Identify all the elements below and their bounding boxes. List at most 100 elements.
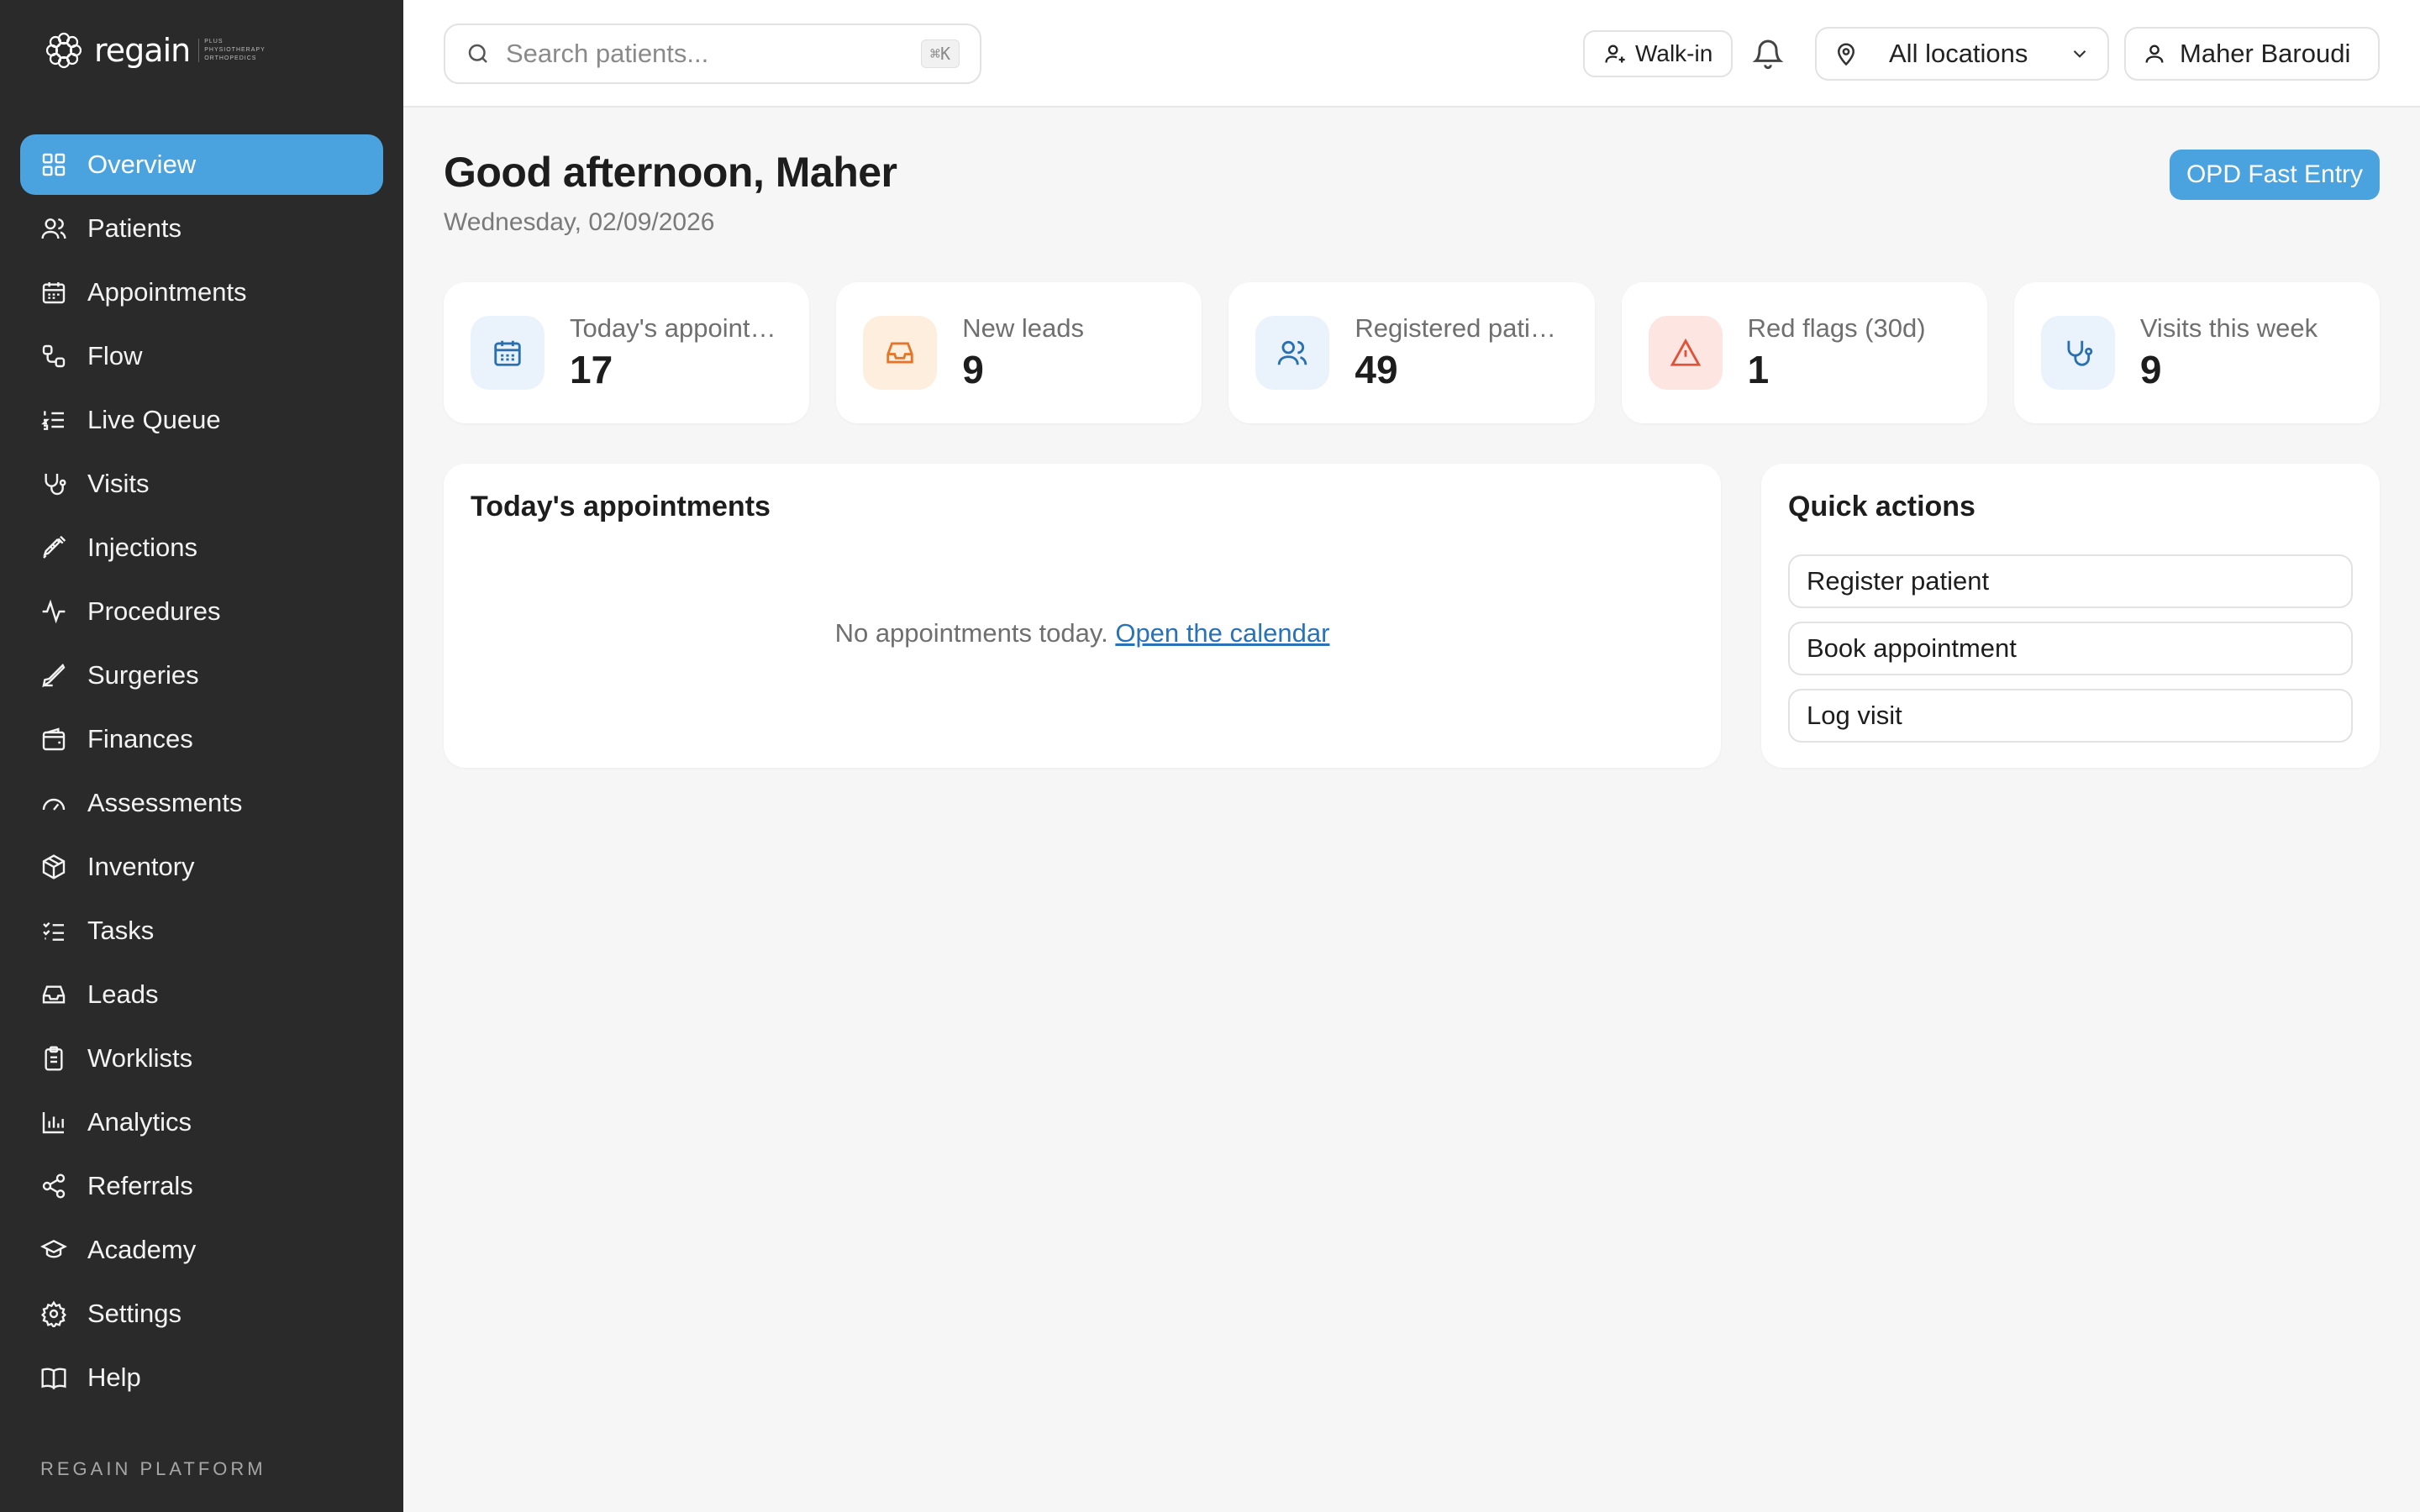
sidebar-item-label: Live Queue <box>87 405 221 434</box>
sidebar-item-assessments[interactable]: Assessments <box>20 773 383 833</box>
sidebar-item-finances[interactable]: Finances <box>20 709 383 769</box>
brand-logo[interactable]: regain PLUS PHYSIOTHERAPY ORTHOPEDICS <box>42 29 266 72</box>
sidebar: regain PLUS PHYSIOTHERAPY ORTHOPEDICS Ov… <box>0 0 403 1512</box>
brand-subtitle: PLUS PHYSIOTHERAPY ORTHOPEDICS <box>198 39 266 62</box>
sidebar-item-label: Surgeries <box>87 660 199 690</box>
notifications-button[interactable] <box>1751 37 1785 71</box>
sidebar-item-procedures[interactable]: Procedures <box>20 581 383 642</box>
sidebar-item-injections[interactable]: Injections <box>20 517 383 578</box>
stat-value: 9 <box>962 348 984 391</box>
gear-icon <box>40 1300 67 1327</box>
sidebar-item-inventory[interactable]: Inventory <box>20 837 383 897</box>
calendar-icon <box>471 316 544 390</box>
platform-footer: REGAIN PLATFORM <box>40 1458 266 1479</box>
sidebar-item-label: Assessments <box>87 788 243 817</box>
sidebar-item-live-queue[interactable]: Live Queue <box>20 390 383 450</box>
sidebar-item-label: Injections <box>87 533 197 562</box>
stat-card-new-leads[interactable]: New leads 9 <box>836 282 1202 423</box>
sidebar-item-tasks[interactable]: Tasks <box>20 900 383 961</box>
sidebar-item-label: Procedures <box>87 596 221 626</box>
sidebar-item-label: Visits <box>87 469 150 498</box>
sidebar-item-leads[interactable]: Leads <box>20 964 383 1025</box>
open-calendar-link[interactable]: Open the calendar <box>1115 618 1329 648</box>
bar-chart-icon <box>40 1109 67 1136</box>
sidebar-item-overview[interactable]: Overview <box>20 134 383 195</box>
log-visit-button[interactable]: Log visit <box>1788 689 2353 743</box>
sidebar-item-surgeries[interactable]: Surgeries <box>20 645 383 706</box>
sidebar-item-patients[interactable]: Patients <box>20 198 383 259</box>
sidebar-item-label: Flow <box>87 341 143 370</box>
logo-mark-icon <box>45 32 82 69</box>
inbox-icon <box>863 316 938 390</box>
sidebar-item-label: Referrals <box>87 1171 193 1200</box>
sidebar-item-visits[interactable]: Visits <box>20 454 383 514</box>
wallet-icon <box>40 726 67 753</box>
stat-card-todays-appointments[interactable]: Today's appointments 17 <box>444 282 810 423</box>
stat-card-visits-this-week[interactable]: Visits this week 9 <box>2013 282 2381 423</box>
alert-triangle-icon <box>1648 316 1723 390</box>
sidebar-item-label: Academy <box>87 1235 197 1264</box>
stethoscope-icon <box>40 470 67 497</box>
sidebar-item-analytics[interactable]: Analytics <box>20 1092 383 1152</box>
stat-card-registered-patients[interactable]: Registered patients 49 <box>1228 282 1595 423</box>
search-input[interactable]: Search patients... <box>506 39 906 69</box>
sidebar-item-settings[interactable]: Settings <box>20 1284 383 1344</box>
walk-in-label: Walk-in <box>1635 40 1713 66</box>
sidebar-item-worklists[interactable]: Worklists <box>20 1028 383 1089</box>
empty-state-text: No appointments today. <box>834 618 1108 648</box>
grid-icon <box>40 151 67 178</box>
flow-icon <box>40 343 67 370</box>
stethoscope-icon <box>2040 316 2115 390</box>
stats-row: Today's appointments 17 New leads 9 Regi… <box>444 282 2381 423</box>
search-shortcut-badge: ⌘K <box>920 39 960 68</box>
sidebar-item-label: Tasks <box>87 916 155 945</box>
user-icon <box>2143 42 2166 66</box>
users-icon <box>1255 316 1330 390</box>
walk-in-button[interactable]: Walk-in <box>1583 30 1733 77</box>
page-title: Good afternoon, Maher <box>444 149 897 196</box>
sidebar-item-academy[interactable]: Academy <box>20 1220 383 1280</box>
stat-value: 9 <box>2139 348 2162 391</box>
sidebar-item-appointments[interactable]: Appointments <box>20 262 383 323</box>
sidebar-item-referrals[interactable]: Referrals <box>20 1156 383 1216</box>
book-appointment-button[interactable]: Book appointment <box>1788 622 2353 675</box>
sidebar-item-label: Worklists <box>87 1043 193 1073</box>
current-date: Wednesday, 02/09/2026 <box>444 208 715 236</box>
register-patient-button[interactable]: Register patient <box>1788 554 2353 608</box>
sidebar-nav: Overview Patients Appointments Flow Live… <box>20 134 383 1411</box>
stat-value: 1 <box>1747 348 1770 391</box>
user-menu-button[interactable]: Maher Baroudi <box>2124 27 2380 81</box>
stat-card-red-flags[interactable]: Red flags (30d) 1 <box>1621 282 1987 423</box>
stat-value: 49 <box>1355 348 1398 391</box>
sidebar-item-label: Patients <box>87 213 182 243</box>
brand-name: regain <box>94 32 191 69</box>
bell-icon <box>1751 37 1785 71</box>
user-plus-icon <box>1603 42 1627 66</box>
scalpel-icon <box>40 662 67 689</box>
clipboard-icon <box>40 1045 67 1072</box>
activity-icon <box>40 598 67 625</box>
todays-appointments-card: Today's appointments No appointments tod… <box>444 464 1721 768</box>
sidebar-item-label: Overview <box>87 150 197 179</box>
graduation-cap-icon <box>40 1236 67 1263</box>
stat-value: 17 <box>570 348 613 391</box>
empty-state: No appointments today. Open the calendar <box>444 618 1721 648</box>
calendar-icon <box>40 279 67 306</box>
opd-fast-entry-button[interactable]: OPD Fast Entry <box>2170 150 2380 200</box>
book-icon <box>40 1364 67 1391</box>
stat-label: Visits this week <box>2139 313 2318 343</box>
search-icon <box>466 41 491 66</box>
stat-label: New leads <box>962 313 1084 343</box>
search-box[interactable]: Search patients... ⌘K <box>444 24 981 84</box>
sidebar-item-flow[interactable]: Flow <box>20 326 383 386</box>
syringe-icon <box>40 534 67 561</box>
share-icon <box>40 1173 67 1200</box>
location-select[interactable]: All locations <box>1815 27 2109 81</box>
sidebar-item-label: Appointments <box>87 277 247 307</box>
sidebar-item-label: Help <box>87 1362 141 1392</box>
sidebar-item-label: Analytics <box>87 1107 192 1137</box>
location-select-value: All locations <box>1889 39 2028 68</box>
stat-label: Red flags (30d) <box>1747 313 1926 343</box>
sidebar-item-label: Leads <box>87 979 159 1009</box>
sidebar-item-help[interactable]: Help <box>20 1347 383 1408</box>
